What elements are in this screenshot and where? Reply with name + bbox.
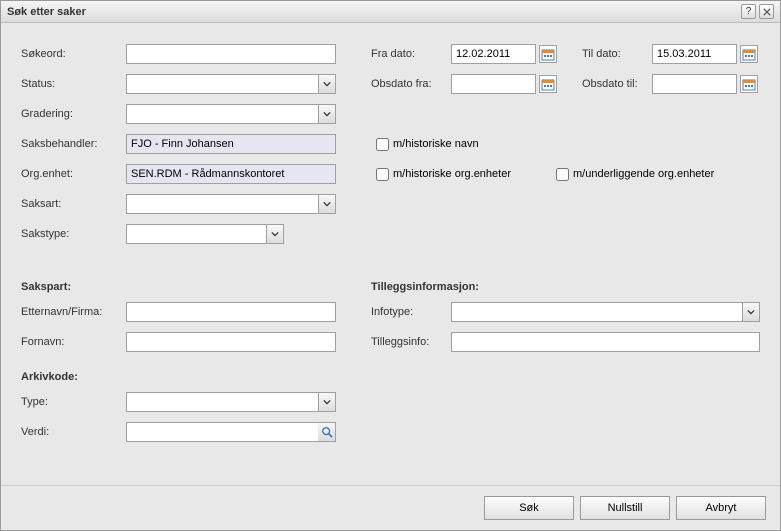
- saksart-dropdown-button[interactable]: [318, 194, 336, 214]
- label-fornavn: Fornavn:: [21, 336, 126, 348]
- fradato-picker-button[interactable]: [539, 45, 557, 63]
- infotype-input[interactable]: [451, 302, 742, 322]
- sakspart-header: Sakspart:: [21, 281, 371, 293]
- label-orgenhet: Org.enhet:: [21, 168, 126, 180]
- label-type: Type:: [21, 396, 126, 408]
- label-mhist-org: m/historiske org.enheter: [393, 168, 511, 180]
- label-obsdatotil: Obsdato til:: [582, 78, 652, 90]
- calendar-icon: [742, 48, 756, 61]
- gradering-input[interactable]: [126, 104, 318, 124]
- type-dropdown-button[interactable]: [318, 392, 336, 412]
- gradering-combo[interactable]: [126, 104, 336, 124]
- calendar-icon: [541, 48, 555, 61]
- tilleggsinfo-input[interactable]: [451, 332, 760, 352]
- saksart-input[interactable]: [126, 194, 318, 214]
- etternavn-input[interactable]: [126, 302, 336, 322]
- chevron-down-icon: [323, 200, 331, 208]
- title-bar: Søk etter saker ?: [1, 1, 780, 23]
- close-button[interactable]: [759, 4, 774, 19]
- chevron-down-icon: [323, 398, 331, 406]
- tillegg-header: Tilleggsinformasjon:: [371, 281, 760, 293]
- chevron-down-icon: [323, 80, 331, 88]
- obsdatotil-input[interactable]: [652, 74, 737, 94]
- sakstype-input[interactable]: [126, 224, 266, 244]
- reset-button[interactable]: Nullstill: [580, 496, 670, 520]
- label-gradering: Gradering:: [21, 108, 126, 120]
- fornavn-input[interactable]: [126, 332, 336, 352]
- obsdatofra-picker-button[interactable]: [539, 75, 557, 93]
- type-input[interactable]: [126, 392, 318, 412]
- mhist-org-checkbox-wrap[interactable]: m/historiske org.enheter: [376, 168, 511, 181]
- mhist-navn-checkbox-wrap[interactable]: m/historiske navn: [376, 138, 479, 151]
- obsdatotil-picker-button[interactable]: [740, 75, 758, 93]
- label-sokeord: Søkeord:: [21, 48, 126, 60]
- calendar-icon: [541, 78, 555, 91]
- label-tildato: Til dato:: [582, 48, 652, 60]
- arkivkode-section: Arkivkode: Type: Verdi:: [21, 371, 760, 443]
- gradering-dropdown-button[interactable]: [318, 104, 336, 124]
- label-verdi: Verdi:: [21, 426, 126, 438]
- cancel-button[interactable]: Avbryt: [676, 496, 766, 520]
- infotype-combo[interactable]: [451, 302, 760, 322]
- title-buttons: ?: [741, 4, 774, 19]
- status-dropdown-button[interactable]: [318, 74, 336, 94]
- label-munderl-org: m/underliggende org.enheter: [573, 168, 714, 180]
- tildato-input[interactable]: [652, 44, 737, 64]
- label-fradato: Fra dato:: [371, 48, 451, 60]
- help-button[interactable]: ?: [741, 4, 756, 19]
- saksart-combo[interactable]: [126, 194, 336, 214]
- col-left-top: Søkeord: Status: Gradering:: [21, 43, 371, 253]
- label-mhist-navn: m/historiske navn: [393, 138, 479, 150]
- chevron-down-icon: [323, 110, 331, 118]
- label-saksbehandler: Saksbehandler:: [21, 138, 126, 150]
- sakspart-section: Sakspart: Etternavn/Firma: Fornavn:: [21, 271, 371, 361]
- infotype-dropdown-button[interactable]: [742, 302, 760, 322]
- saksbehandler-input[interactable]: [126, 134, 336, 154]
- verdi-input[interactable]: [126, 422, 318, 442]
- fradato-input[interactable]: [451, 44, 536, 64]
- mid-columns: Sakspart: Etternavn/Firma: Fornavn: Till…: [21, 271, 760, 361]
- mhist-org-checkbox[interactable]: [376, 168, 389, 181]
- verdi-search-button[interactable]: [318, 422, 336, 442]
- label-infotype: Infotype:: [371, 306, 451, 318]
- obsdatofra-input[interactable]: [451, 74, 536, 94]
- dialog-title: Søk etter saker: [7, 6, 86, 18]
- verdi-field: [126, 422, 336, 442]
- label-tilleggsinfo: Tilleggsinfo:: [371, 336, 451, 348]
- chevron-down-icon: [271, 230, 279, 238]
- orgenhet-input[interactable]: [126, 164, 336, 184]
- type-combo[interactable]: [126, 392, 336, 412]
- tillegg-section: Tilleggsinformasjon: Infotype: Tilleggsi…: [371, 271, 760, 361]
- sakstype-dropdown-button[interactable]: [266, 224, 284, 244]
- munderl-org-checkbox-wrap[interactable]: m/underliggende org.enheter: [556, 168, 714, 181]
- munderl-org-checkbox[interactable]: [556, 168, 569, 181]
- top-columns: Søkeord: Status: Gradering:: [21, 43, 760, 253]
- sakstype-combo[interactable]: [126, 224, 284, 244]
- tildato-picker-button[interactable]: [740, 45, 758, 63]
- close-icon: [763, 8, 771, 16]
- mhist-navn-checkbox[interactable]: [376, 138, 389, 151]
- col-right-top: Fra dato: Til dato:: [371, 43, 760, 253]
- label-saksart: Saksart:: [21, 198, 126, 210]
- label-etternavn: Etternavn/Firma:: [21, 306, 126, 318]
- label-sakstype: Sakstype:: [21, 228, 126, 240]
- dialog-content: Søkeord: Status: Gradering:: [1, 23, 780, 485]
- search-button[interactable]: Søk: [484, 496, 574, 520]
- status-input[interactable]: [126, 74, 318, 94]
- label-obsdatofra: Obsdato fra:: [371, 78, 451, 90]
- search-icon: [321, 426, 333, 438]
- arkivkode-header: Arkivkode:: [21, 371, 760, 383]
- calendar-icon: [742, 78, 756, 91]
- search-dialog: Søk etter saker ? Søkeord: Status:: [0, 0, 781, 531]
- chevron-down-icon: [747, 308, 755, 316]
- label-status: Status:: [21, 78, 126, 90]
- sokeord-input[interactable]: [126, 44, 336, 64]
- dialog-footer: Søk Nullstill Avbryt: [1, 485, 780, 530]
- status-combo[interactable]: [126, 74, 336, 94]
